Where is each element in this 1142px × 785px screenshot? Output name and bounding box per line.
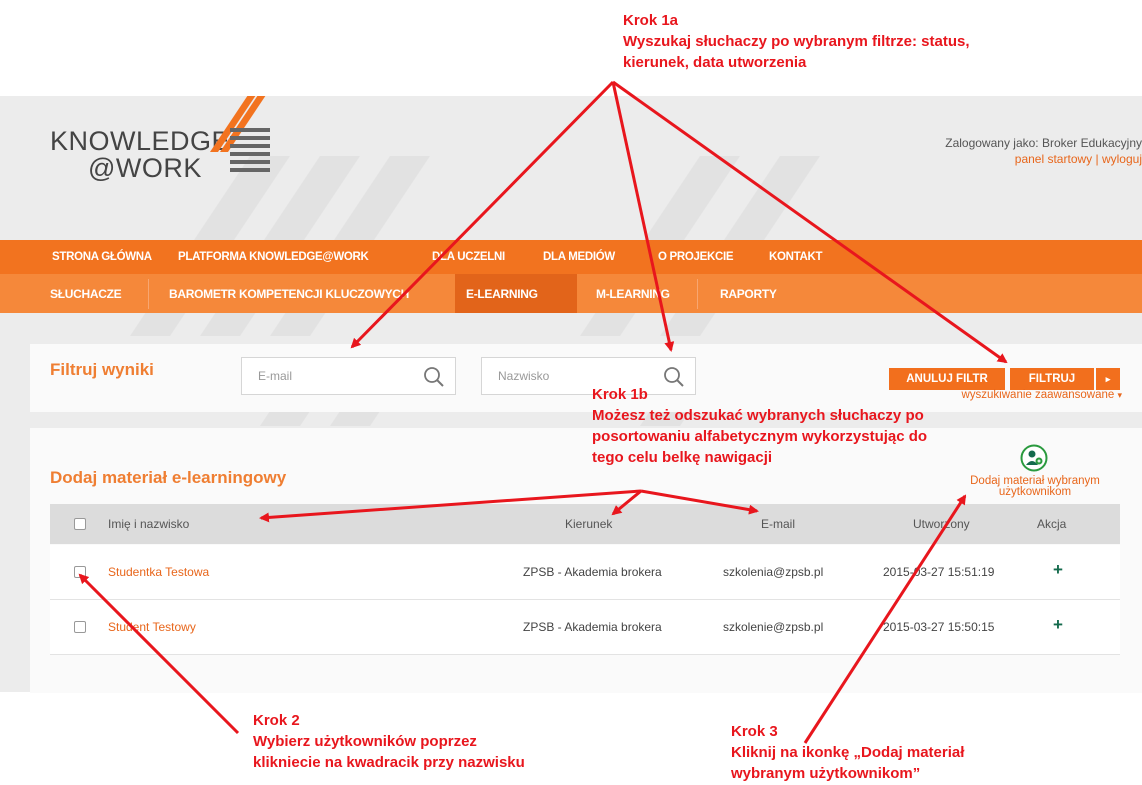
annotation-text: klikniecie na kwadracik przy nazwisku [253,754,525,771]
add-to-selected-button[interactable]: Dodaj materiał wybranym użytkownikom [955,444,1115,498]
add-user-icon [1020,444,1048,472]
section-title: Dodaj materiał e-learningowy [50,468,287,487]
tab-barometer[interactable]: BAROMETR KOMPETENCJI KLUCZOWYCH [169,287,409,301]
row-major: ZPSB - Akademia brokera [523,565,662,579]
chevron-down-icon: ▾ [1117,390,1122,400]
start-panel-link[interactable]: panel startowy [1015,152,1092,166]
tab-mlearning[interactable]: M-LEARNING [596,287,670,301]
logout-link[interactable]: wyloguj [1102,152,1142,166]
nav-about[interactable]: O PROJEKCIE [658,251,734,263]
row-name-link[interactable]: Student Testowy [108,620,196,634]
column-header-created[interactable]: Utworzony [913,517,970,531]
annotation-step-3: Krok 3 Kliknij na ikonkę „Dodaj materiał… [731,721,964,784]
annotation-heading: Krok 3 [731,723,778,740]
row-name-link[interactable]: Studentka Testowa [108,565,209,579]
main-nav: STRONA GŁÓWNA PLATFORMA KNOWLEDGE@WORK D… [0,240,1142,274]
row-major: ZPSB - Akademia brokera [523,620,662,634]
table-header: Imię i nazwisko Kierunek E-mail Utworzon… [50,504,1120,544]
annotation-step-2: Krok 2 Wybierz użytkowników poprzez klik… [253,710,525,773]
row-email: szkolenie@zpsb.pl [723,620,824,634]
annotation-heading: Krok 2 [253,712,300,729]
surname-input[interactable] [496,368,650,384]
annotation-text: Możesz też odszukać wybranych słuchaczy … [592,407,924,424]
annotation-step-1a: Krok 1a Wyszukaj słuchaczy po wybranym f… [623,10,970,73]
select-all-checkbox[interactable] [74,518,86,530]
add-material-icon[interactable]: + [1053,560,1063,580]
annotation-text: wybranym użytkownikom” [731,765,921,782]
tab-students[interactable]: SŁUCHACZE [50,287,122,301]
row-email: szkolenia@zpsb.pl [723,565,824,579]
annotation-text: tego celu belkę nawigacji [592,449,773,466]
nav-divider [148,279,149,309]
column-header-major[interactable]: Kierunek [565,517,612,531]
add-material-icon[interactable]: + [1053,615,1063,635]
annotation-text: posortowaniu alfabetycznym wykorzystując… [592,428,928,445]
annotation-heading: Krok 1a [623,12,679,29]
table-row: Student Testowy ZPSB - Akademia brokera … [50,600,1120,655]
annotation-text: Wyszukaj słuchaczy po wybranym filtrze: … [623,33,970,50]
tab-reports[interactable]: RAPORTY [720,287,777,301]
advanced-search-link[interactable]: wyszukiwanie zaawansowane ▾ [961,389,1122,401]
header-links: panel startowy | wyloguj [1015,152,1142,166]
nav-contact[interactable]: KONTAKT [769,251,823,263]
add-selected-label-line2: użytkownikom [998,486,1072,498]
column-header-action: Akcja [1037,517,1067,531]
annotation-text: kierunek, data utworzenia [623,54,807,71]
annotation-step-1b: Krok 1b Możesz też odszukać wybranych sł… [592,384,927,468]
link-separator: | [1095,152,1099,166]
tab-elearning[interactable]: E-LEARNING [466,287,538,301]
logo-stripes-icon [210,96,270,172]
nav-media[interactable]: DLA MEDIÓW [543,251,615,263]
annotation-text: Wybierz użytkowników poprzez [253,733,477,750]
nav-platform[interactable]: PLATFORMA KNOWLEDGE@WORK [178,251,369,263]
email-field[interactable] [241,357,456,395]
row-checkbox[interactable] [74,621,86,633]
nav-divider [697,279,698,309]
logged-in-label: Zalogowany jako: Broker Edukacyjny [945,136,1142,150]
advanced-search-label: wyszukiwanie zaawansowane [961,389,1115,401]
table-row: Studentka Testowa ZPSB - Akademia broker… [50,545,1120,600]
sub-nav: SŁUCHACZE BAROMETR KOMPETENCJI KLUCZOWYC… [0,274,1142,313]
filter-dropdown-toggle[interactable]: ▸ [1096,368,1120,390]
row-created: 2015-03-27 15:51:19 [883,565,995,579]
search-icon[interactable] [423,366,445,388]
filter-button[interactable]: FILTRUJ [1010,368,1094,390]
annotation-heading: Krok 1b [592,386,648,403]
row-created: 2015-03-27 15:50:15 [883,620,995,634]
nav-home[interactable]: STRONA GŁÓWNA [52,251,152,263]
filter-title: Filtruj wyniki [50,360,154,379]
annotation-text: Kliknij na ikonkę „Dodaj materiał [731,744,965,761]
email-input[interactable] [256,368,410,384]
row-checkbox[interactable] [74,566,86,578]
column-header-email[interactable]: E-mail [761,517,795,531]
nav-universities[interactable]: DLA UCZELNI [432,251,505,263]
column-header-name[interactable]: Imię i nazwisko [108,517,189,531]
